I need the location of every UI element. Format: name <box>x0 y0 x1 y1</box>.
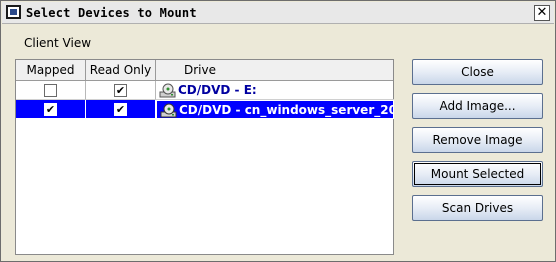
cd-drive-icon <box>160 103 177 118</box>
read-only-checkbox[interactable]: ✔ <box>114 103 127 116</box>
client-view-label: Client View <box>24 36 92 50</box>
mount-selected-button[interactable]: Mount Selected <box>412 161 543 187</box>
drive-name: CD/DVD - cn_windows_server_2008_r <box>179 103 393 117</box>
table-row[interactable]: ✔ ✔ CD/DVD - cn_windows_server_2008_r <box>16 100 394 119</box>
table-header: Mapped Read Only Drive <box>16 60 393 81</box>
title-bar[interactable]: Select Devices to Mount ✕ <box>2 2 554 24</box>
scan-drives-button[interactable]: Scan Drives <box>412 195 543 221</box>
devices-table[interactable]: Mapped Read Only Drive ✔ CD/DVD - E: ✔ ✔… <box>15 59 394 255</box>
window-title: Select Devices to Mount <box>26 6 197 20</box>
mapped-checkbox[interactable]: ✔ <box>44 103 57 116</box>
add-image-button[interactable]: Add Image... <box>412 93 543 119</box>
select-devices-dialog: Select Devices to Mount ✕ Client View Ma… <box>0 0 556 262</box>
header-drive[interactable]: Drive <box>156 60 394 80</box>
header-read-only[interactable]: Read Only <box>86 60 156 80</box>
cd-drive-icon <box>159 83 176 98</box>
read-only-checkbox[interactable]: ✔ <box>114 84 127 97</box>
table-row[interactable]: ✔ CD/DVD - E: <box>16 81 394 100</box>
mapped-checkbox[interactable] <box>44 84 57 97</box>
window-icon <box>6 5 21 19</box>
remove-image-button[interactable]: Remove Image <box>412 127 543 153</box>
close-button[interactable]: Close <box>412 59 543 85</box>
drive-name: CD/DVD - E: <box>178 83 257 97</box>
header-mapped[interactable]: Mapped <box>16 60 86 80</box>
close-window-icon[interactable]: ✕ <box>534 5 550 21</box>
